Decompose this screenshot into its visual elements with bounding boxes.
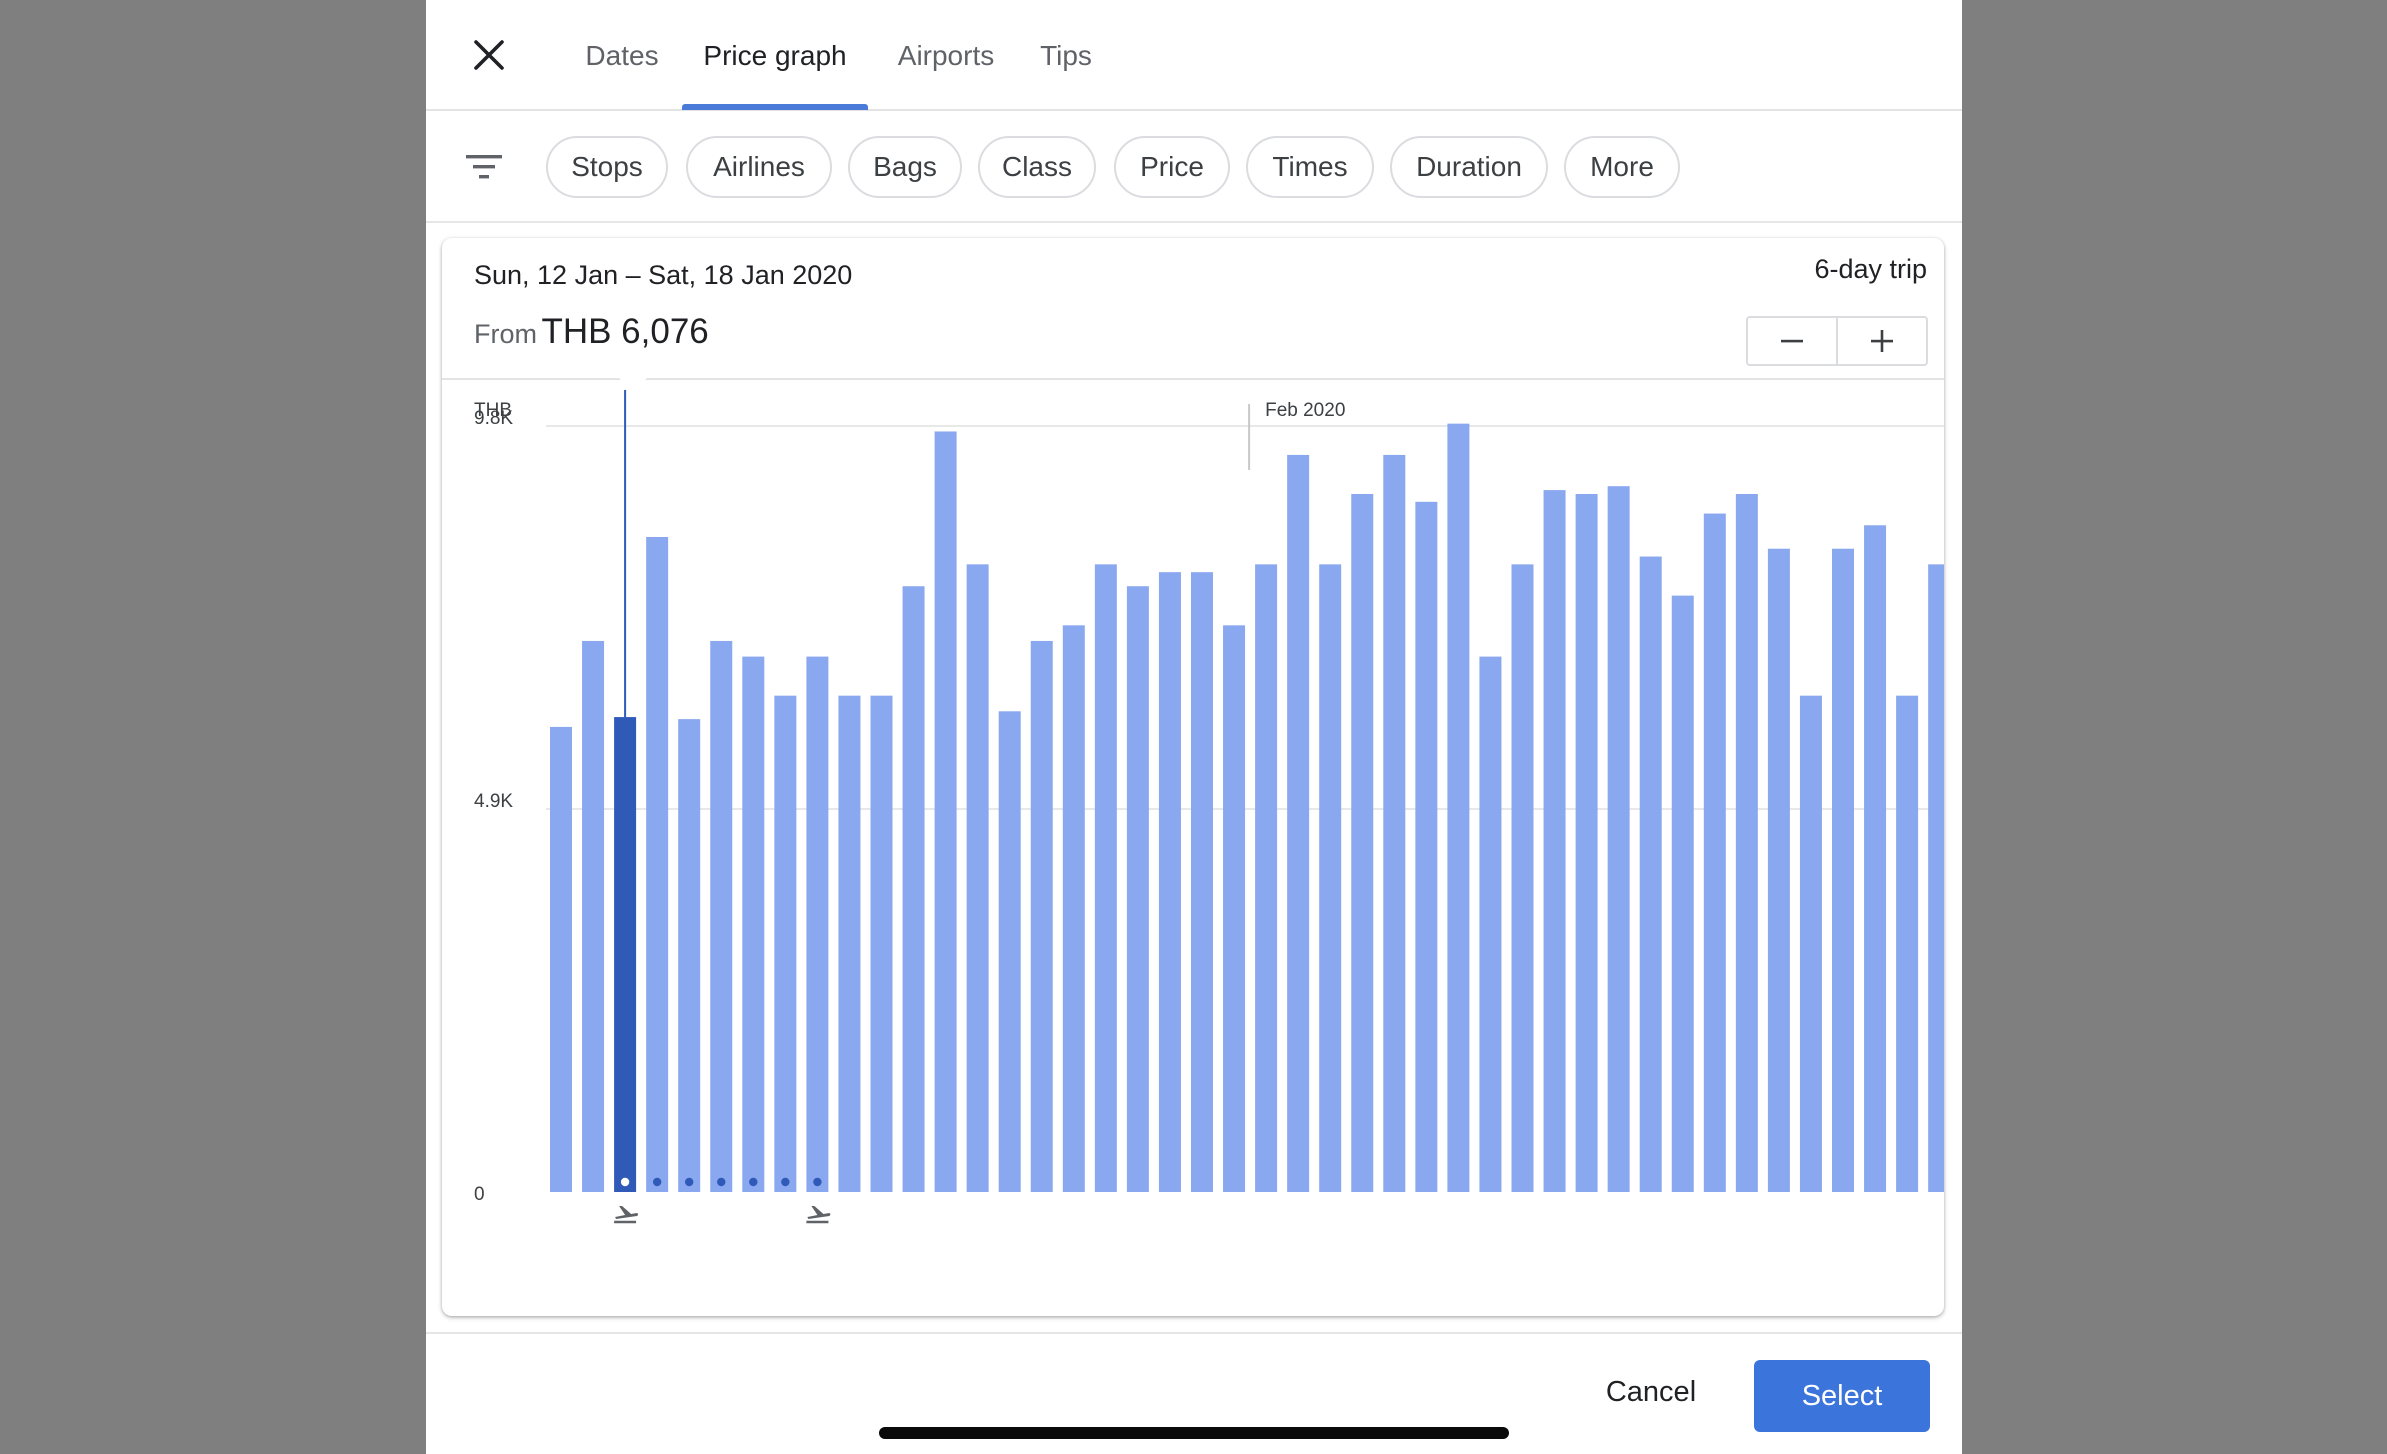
y-tick-label: 9.8K: [474, 408, 513, 429]
price-bar[interactable]: [1255, 564, 1278, 1192]
filter-bags[interactable]: Bags: [848, 136, 962, 198]
trip-day-dot: [717, 1177, 726, 1187]
price-bar[interactable]: [934, 431, 957, 1192]
price-bar[interactable]: [1864, 525, 1887, 1192]
price-bar[interactable]: [1703, 513, 1726, 1192]
filter-duration[interactable]: Duration: [1390, 136, 1548, 198]
price-bar[interactable]: [1607, 486, 1630, 1192]
price-bar[interactable]: [1671, 595, 1694, 1192]
month-label: Feb 2020: [1265, 400, 1345, 421]
price-bar[interactable]: [1832, 548, 1854, 1192]
action-bar: Cancel Select: [426, 1332, 1962, 1454]
y-tick-label: 4.9K: [474, 791, 513, 812]
minus-icon: [1781, 339, 1803, 343]
tab-bar: Dates Price graph Airports Tips: [426, 0, 1962, 111]
trip-length-stepper: [1746, 316, 1928, 366]
price-bar[interactable]: [806, 656, 829, 1192]
price-bar[interactable]: [1383, 454, 1406, 1192]
filter-bar: Stops Airlines Bags Class Price Times Du…: [426, 111, 1962, 223]
price-bar[interactable]: [678, 719, 701, 1192]
price-graph-card: Sun, 12 Jan – Sat, 18 Jan 2020 From THB …: [442, 238, 1944, 1316]
trip-day-dot: [781, 1177, 790, 1187]
price-bar[interactable]: [1575, 494, 1598, 1192]
price-bar[interactable]: [742, 656, 765, 1192]
select-button[interactable]: Select: [1754, 1360, 1930, 1432]
trip-day-dot: [620, 1177, 630, 1187]
close-button[interactable]: [456, 22, 522, 88]
price-bar[interactable]: [646, 536, 669, 1192]
price-bar[interactable]: [1191, 572, 1213, 1192]
price-bar[interactable]: [1799, 695, 1822, 1192]
price-bar[interactable]: [902, 586, 925, 1192]
tab-price-graph[interactable]: Price graph: [682, 0, 868, 111]
y-tick-label: 0: [474, 1184, 485, 1205]
price-bar[interactable]: [1735, 494, 1758, 1192]
price-bar[interactable]: [966, 564, 989, 1192]
price-bar[interactable]: [582, 640, 605, 1192]
trip-day-dot: [813, 1177, 822, 1187]
increase-trip-button[interactable]: [1836, 318, 1926, 364]
tab-tips[interactable]: Tips: [1024, 0, 1108, 111]
active-tab-indicator: [682, 104, 868, 110]
close-icon: [474, 40, 504, 70]
price-bar[interactable]: [1062, 625, 1085, 1192]
filter-icon[interactable]: [464, 147, 504, 187]
price-bar[interactable]: [1223, 625, 1246, 1192]
filter-price[interactable]: Price: [1114, 136, 1230, 198]
departure-icon: [614, 1206, 639, 1224]
trip-day-dot: [652, 1177, 662, 1187]
trip-day-dot: [749, 1177, 758, 1187]
filter-stops[interactable]: Stops: [546, 136, 668, 198]
price-bar[interactable]: [1158, 572, 1181, 1192]
price-bar[interactable]: [1319, 564, 1342, 1192]
filter-more[interactable]: More: [1564, 136, 1680, 198]
cancel-button[interactable]: Cancel: [1582, 1360, 1720, 1424]
filter-airlines[interactable]: Airlines: [686, 136, 832, 198]
tab-airports[interactable]: Airports: [884, 0, 1008, 111]
price-bar[interactable]: [550, 726, 572, 1192]
price-bar[interactable]: [710, 640, 733, 1192]
price-bar[interactable]: [1767, 548, 1790, 1192]
price-bar[interactable]: [1928, 564, 1944, 1192]
price-bar[interactable]: [1543, 490, 1566, 1192]
price-bar[interactable]: [1447, 423, 1470, 1192]
price-bar[interactable]: [1479, 656, 1502, 1192]
trip-day-dot: [685, 1177, 694, 1187]
price-bar[interactable]: [1415, 501, 1438, 1192]
price-chart: THB04.9K9.8K Feb 2020: [474, 390, 1944, 1224]
price-bar[interactable]: [614, 717, 637, 1192]
price-bar[interactable]: [774, 695, 797, 1192]
trip-summary: Sun, 12 Jan – Sat, 18 Jan 2020 From THB …: [442, 238, 1944, 380]
filter-times[interactable]: Times: [1246, 136, 1374, 198]
price-bar[interactable]: [998, 711, 1021, 1192]
price-graph-dialog: Dates Price graph Airports Tips Stops Ai…: [426, 0, 1962, 1454]
decrease-trip-button[interactable]: [1748, 318, 1836, 364]
price-bar[interactable]: [1639, 556, 1662, 1192]
plus-icon: [1871, 330, 1893, 352]
price-bar[interactable]: [1094, 564, 1117, 1192]
home-indicator: [879, 1427, 1509, 1439]
price-bar[interactable]: [1030, 640, 1053, 1192]
trip-length: 6-day trip: [1814, 254, 1927, 284]
price-bar[interactable]: [1351, 494, 1374, 1192]
from-label: From: [474, 319, 537, 349]
price-bar[interactable]: [1896, 695, 1919, 1192]
selected-date-range: Sun, 12 Jan – Sat, 18 Jan 2020: [474, 260, 853, 290]
price-bar[interactable]: [1511, 564, 1534, 1192]
filter-class[interactable]: Class: [978, 136, 1096, 198]
price-bar[interactable]: [838, 695, 861, 1192]
lowest-price-row: From THB 6,076: [474, 312, 709, 352]
price-bar[interactable]: [1287, 454, 1310, 1192]
price-bar[interactable]: [870, 695, 893, 1192]
price-bar[interactable]: [1126, 586, 1149, 1192]
tab-dates[interactable]: Dates: [566, 0, 678, 111]
lowest-price: THB 6,076: [541, 312, 709, 351]
arrival-icon: [806, 1206, 831, 1224]
